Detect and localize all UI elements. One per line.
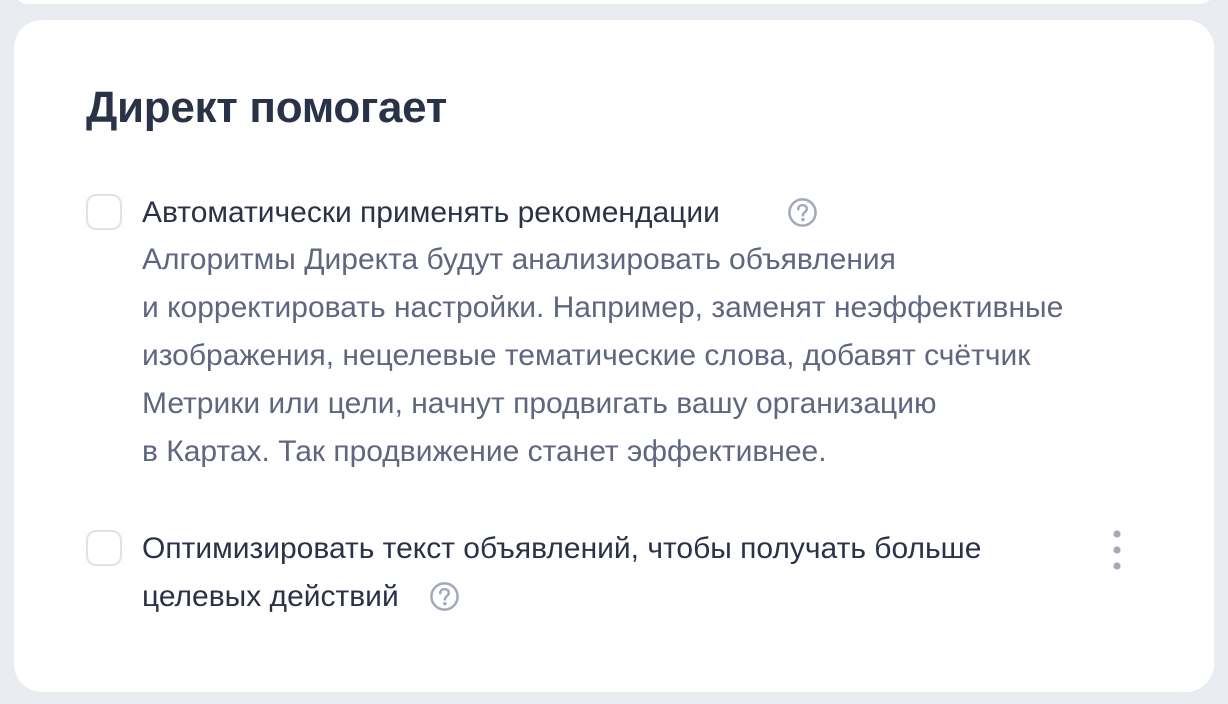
optimize-ad-text-checkbox[interactable]	[86, 530, 122, 566]
vertical-dots-icon[interactable]	[1102, 528, 1132, 572]
question-circle-icon[interactable]	[787, 197, 818, 228]
auto-apply-recommendations-label[interactable]: Автоматически применять рекомендации	[142, 189, 720, 237]
auto-apply-recommendations-description: Алгоритмы Директа будут анализировать об…	[142, 236, 1063, 476]
description-line: изображения, нецелевые тематические слов…	[142, 339, 1031, 372]
description-line: и корректировать настройки. Например, за…	[142, 291, 1064, 324]
auto-apply-recommendations-checkbox[interactable]	[86, 194, 122, 230]
optimize-ad-text-label[interactable]: Оптимизировать текст объявлений, чтобы п…	[142, 525, 981, 573]
description-line: в Картах. Так продвижение станет эффекти…	[142, 435, 827, 468]
description-line: Алгоритмы Директа будут анализировать об…	[142, 243, 896, 276]
description-line: Метрики или цели, начнут продвигать вашу…	[142, 387, 937, 420]
section-title: Директ помогает	[86, 83, 447, 132]
optimize-ad-text-label-continued[interactable]: целевых действий	[142, 573, 399, 621]
previous-card	[14, 0, 1214, 4]
direct-helps-card: Директ помогает Автоматически применять …	[14, 20, 1214, 692]
question-circle-icon[interactable]	[429, 581, 460, 612]
